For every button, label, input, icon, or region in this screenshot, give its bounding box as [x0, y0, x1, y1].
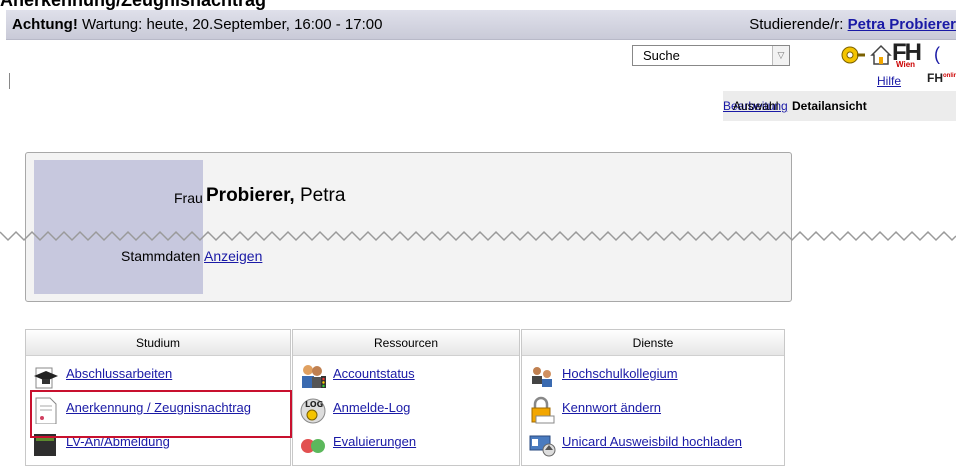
smiley-rating-icon: [301, 439, 325, 453]
salutation: Frau: [174, 190, 203, 206]
lock-password-icon: [531, 396, 555, 424]
tab-detailansicht[interactable]: Detailansicht: [792, 91, 867, 121]
toolbar: Suche ▽ FH Wien (: [6, 39, 956, 70]
search-select[interactable]: Suche ▽: [632, 45, 790, 66]
link-kennwort-aendern[interactable]: Kennwort ändern: [562, 400, 661, 415]
highlight-annotation: [30, 390, 292, 438]
person-last-name: Probierer,: [206, 185, 295, 206]
home-icon[interactable]: [870, 44, 892, 66]
key-icon[interactable]: [840, 46, 866, 64]
link-abschlussarbeiten[interactable]: Abschlussarbeiten: [66, 366, 172, 381]
page-title: Anerkennung/Zeugnisnachtrag: [0, 0, 267, 10]
student-name-link[interactable]: Petra Probierer: [848, 16, 956, 33]
maintenance-notice: Achtung! Wartung: heute, 20.September, 1…: [12, 10, 382, 39]
link-accountstatus[interactable]: Accountstatus: [333, 366, 415, 381]
dropdown-arrow-icon[interactable]: ▽: [772, 46, 789, 65]
maintenance-bar: Achtung! Wartung: heute, 20.September, 1…: [6, 10, 956, 40]
tab-auswahl[interactable]: Auswahl: [733, 91, 778, 121]
stammdaten-label: Stammdaten: [121, 248, 201, 264]
council-icon: [532, 367, 552, 387]
person-first-name: Petra: [294, 185, 346, 206]
panel-ressourcen: Ressourcen Accountstatus LOG Anmelde-Log…: [292, 329, 520, 466]
person-name: Probierer, Petra: [206, 185, 345, 207]
link-hochschulkollegium[interactable]: Hochschulkollegium: [562, 366, 678, 381]
student-info: Studierende/r: Petra Probierer: [749, 10, 956, 39]
fh-logo-sub: Wien: [896, 60, 916, 69]
link-unicard-ausweisbild-hochladen[interactable]: Unicard Ausweisbild hochladen: [562, 434, 742, 449]
stammdaten-link[interactable]: Anzeigen: [204, 248, 262, 264]
panel-title: Studium: [26, 330, 290, 356]
divider: [9, 73, 10, 89]
id-card-upload-icon: [529, 435, 556, 457]
link-evaluierungen[interactable]: Evaluierungen: [333, 434, 416, 449]
panel-dienste: Dienste Hochschulkollegium Kennwort ände…: [521, 329, 785, 466]
fh-online-text: FH: [927, 71, 943, 85]
panel-title: Ressourcen: [293, 330, 519, 356]
maintenance-prefix: Achtung!: [12, 16, 78, 33]
screenshot-cut-line: [0, 230, 956, 242]
panel-title: Dienste: [522, 330, 784, 356]
fh-online-sup: online: [943, 73, 956, 79]
graduation-cap-icon: [34, 367, 58, 389]
fh-online-logo: FHonline: [927, 71, 956, 85]
users-status-icon: [302, 365, 326, 388]
view-tabs: Auswahl Detailansicht Bearbeitung: [723, 91, 956, 121]
search-value: Suche: [643, 48, 680, 63]
maintenance-text: Wartung: heute, 20.September, 16:00 - 17…: [77, 16, 383, 33]
student-label: Studierende/r:: [749, 16, 848, 33]
login-log-icon: LOG: [300, 398, 326, 424]
fh-wien-logo[interactable]: FH Wien: [892, 39, 922, 70]
link-anmelde-log[interactable]: Anmelde-Log: [333, 400, 410, 415]
help-link[interactable]: Hilfe: [877, 74, 901, 88]
profile-icon[interactable]: (: [934, 44, 948, 64]
svg-text:LOG: LOG: [305, 400, 323, 409]
